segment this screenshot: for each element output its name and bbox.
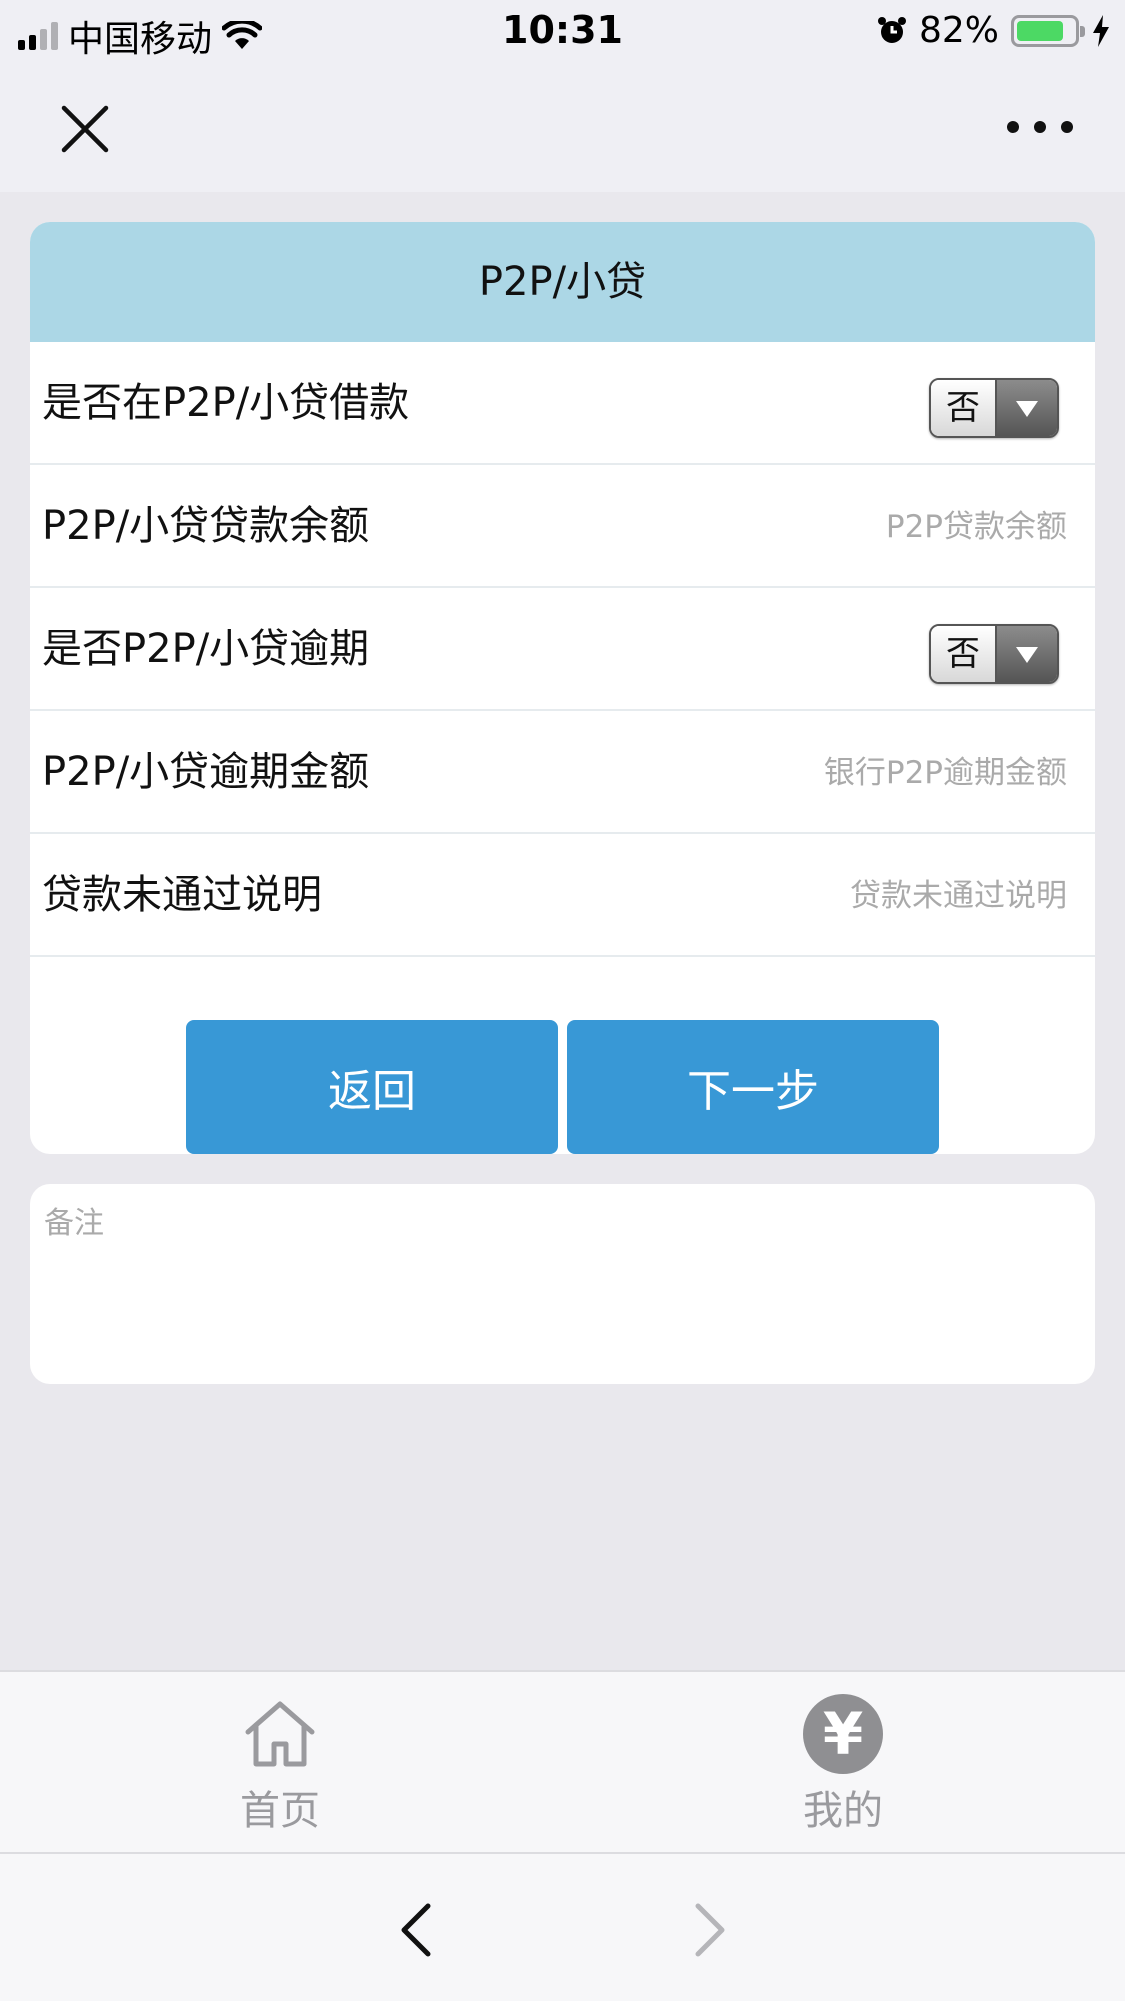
nav-bar [0, 62, 1125, 192]
page: 中国移动 10:31 82% P2P/小贷 是否在P2P/小贷借款 否 P2P/… [0, 0, 1125, 2001]
p2p-overdue-amount-input[interactable] [647, 745, 1067, 801]
p2p-balance-input[interactable] [647, 499, 1067, 555]
browser-back-button[interactable] [390, 1900, 442, 1960]
browser-toolbar [0, 1852, 1125, 2001]
back-button[interactable]: 返回 [186, 1020, 558, 1154]
home-icon [245, 1701, 315, 1767]
close-icon [61, 105, 109, 153]
yen-icon: ¥ [803, 1694, 883, 1774]
remark-textarea[interactable] [30, 1184, 1095, 1384]
charging-icon [1093, 14, 1109, 47]
select-value: 否 [931, 626, 997, 682]
battery-percent: 82% [918, 10, 999, 51]
row-p2p-balance: P2P/小贷贷款余额 [30, 465, 1095, 588]
battery-level [1017, 20, 1063, 41]
row-p2p-overdue-amount: P2P/小贷逾期金额 [30, 711, 1095, 834]
close-button[interactable] [58, 102, 112, 156]
battery-icon [1011, 14, 1085, 47]
card-title: P2P/小贷 [30, 222, 1095, 342]
tab-home[interactable]: 首页 [130, 1672, 430, 1852]
chevron-right-icon [695, 1903, 725, 1957]
row-label: 是否在P2P/小贷借款 [42, 380, 410, 426]
status-bar: 中国移动 10:31 82% [0, 0, 1125, 62]
alarm-icon [877, 16, 906, 43]
row-label: P2P/小贷贷款余额 [42, 503, 370, 549]
row-label: 贷款未通过说明 [42, 872, 322, 918]
remark-box [30, 1184, 1095, 1384]
loan-rejection-note-input[interactable] [647, 868, 1067, 924]
next-step-button[interactable]: 下一步 [567, 1020, 939, 1154]
select-value: 否 [931, 380, 997, 436]
tab-home-label: 首页 [240, 1788, 320, 1834]
row-label: P2P/小贷逾期金额 [42, 749, 370, 795]
row-loan-rejection-note: 贷款未通过说明 [30, 834, 1095, 957]
status-right: 82% [877, 10, 1111, 51]
tab-mine-label: 我的 [803, 1788, 883, 1834]
tab-bar: 首页 ¥ 我的 [0, 1670, 1125, 1852]
more-icon [1007, 121, 1019, 133]
p2p-overdue-select[interactable]: 否 [929, 624, 1059, 684]
more-button[interactable] [1007, 114, 1073, 140]
p2p-form-card: P2P/小贷 是否在P2P/小贷借款 否 P2P/小贷贷款余额 是否P2P/小贷… [30, 222, 1095, 1154]
tab-mine[interactable]: ¥ 我的 [693, 1672, 993, 1852]
row-p2p-borrowing: 是否在P2P/小贷借款 否 [30, 342, 1095, 465]
chevron-left-icon [401, 1903, 431, 1957]
row-label: 是否P2P/小贷逾期 [42, 626, 370, 672]
p2p-borrowing-select[interactable]: 否 [929, 378, 1059, 438]
chevron-down-icon [997, 380, 1057, 436]
browser-forward-button[interactable] [684, 1900, 736, 1960]
row-p2p-overdue: 是否P2P/小贷逾期 否 [30, 588, 1095, 711]
chevron-down-icon [997, 626, 1057, 682]
